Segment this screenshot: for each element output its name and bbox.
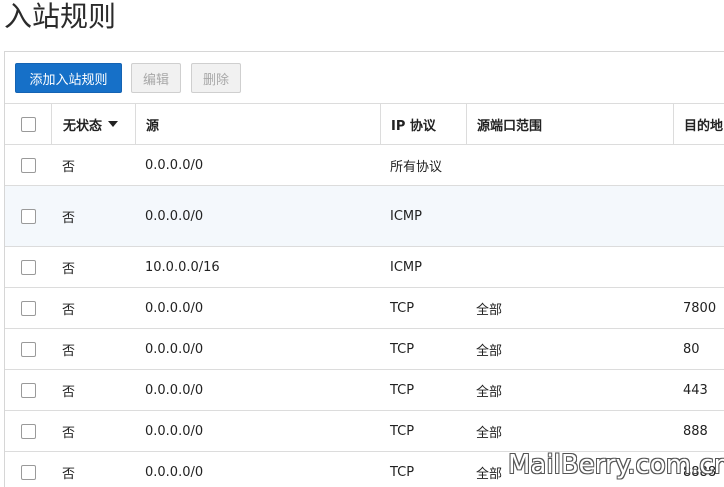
destination-cell: 443: [683, 382, 708, 398]
row-checkbox[interactable]: [20, 259, 36, 275]
protocol-cell: TCP: [390, 423, 415, 439]
header-checkbox-cell: [5, 104, 51, 144]
table-row[interactable]: 否 10.0.0.0/16 ICMP: [5, 246, 724, 287]
column-header-stateless[interactable]: 无状态: [51, 104, 135, 144]
source-cell: 0.0.0.0/0: [145, 464, 204, 480]
edit-button[interactable]: 编辑: [131, 63, 181, 93]
source-cell: 0.0.0.0/0: [145, 341, 204, 357]
stateless-cell: 否: [62, 425, 76, 441]
delete-button[interactable]: 删除: [191, 63, 241, 93]
row-checkbox[interactable]: [20, 423, 36, 439]
source-port-range-cell: 全部: [476, 384, 503, 400]
stateless-cell: 否: [62, 384, 76, 400]
source-port-range-cell: 全部: [476, 425, 503, 441]
column-header-stateless-label: 无状态: [63, 118, 103, 134]
column-header-ip-protocol: IP 协议: [380, 104, 466, 144]
row-checkbox[interactable]: [20, 157, 36, 173]
source-port-range-cell: 全部: [476, 343, 503, 359]
column-header-source-port-range: 源端口范围: [466, 104, 673, 144]
protocol-cell: ICMP: [390, 208, 422, 224]
column-header-destination: 目的地: [673, 104, 724, 144]
destination-cell: 7800: [683, 300, 717, 316]
destination-cell: 888: [683, 423, 708, 439]
column-header-source: 源: [135, 104, 380, 144]
source-cell: 10.0.0.0/16: [145, 259, 220, 275]
destination-cell: [673, 247, 724, 287]
table-row[interactable]: 否 0.0.0.0/0 所有协议: [5, 144, 724, 185]
table-header-row: 无状态 源 IP 协议 源端口范围 目的地: [5, 103, 724, 144]
row-checkbox[interactable]: [20, 382, 36, 398]
row-checkbox[interactable]: [20, 300, 36, 316]
destination-cell: 80: [683, 341, 700, 357]
table-row[interactable]: 否 0.0.0.0/0 TCP 全部 443: [5, 369, 724, 410]
add-ingress-rule-button[interactable]: 添加入站规则: [15, 63, 122, 93]
protocol-cell: TCP: [390, 341, 415, 357]
page-title: 入站规则: [4, 0, 117, 33]
source-cell: 0.0.0.0/0: [145, 382, 204, 398]
row-checkbox[interactable]: [20, 464, 36, 480]
table-row[interactable]: 否 0.0.0.0/0 TCP 全部 888: [5, 410, 724, 451]
row-checkbox[interactable]: [20, 341, 36, 357]
destination-cell: [673, 145, 724, 185]
destination-cell: [673, 186, 724, 246]
stateless-cell: 否: [62, 343, 76, 359]
table-row[interactable]: 否 0.0.0.0/0 ICMP: [5, 185, 724, 246]
protocol-cell: ICMP: [390, 259, 422, 275]
source-cell: 0.0.0.0/0: [145, 300, 204, 316]
source-port-range-cell: [466, 145, 673, 185]
protocol-cell: TCP: [390, 300, 415, 316]
stateless-cell: 否: [62, 302, 76, 318]
sort-desc-icon[interactable]: [108, 121, 119, 127]
source-cell: 0.0.0.0/0: [145, 208, 204, 224]
source-port-range-cell: 全部: [476, 302, 503, 318]
table-row[interactable]: 否 0.0.0.0/0 TCP 全部 80: [5, 328, 724, 369]
stateless-cell: 否: [62, 466, 76, 482]
select-all-checkbox[interactable]: [20, 116, 36, 132]
watermark-text: MailBerry.com.cn: [508, 450, 724, 480]
stateless-cell: 否: [62, 159, 76, 175]
table-row[interactable]: 否 0.0.0.0/0 TCP 全部 7800: [5, 287, 724, 328]
source-cell: 0.0.0.0/0: [145, 423, 204, 439]
stateless-cell: 否: [62, 261, 76, 277]
source-port-range-cell: [466, 247, 673, 287]
source-port-range-cell: [466, 186, 673, 246]
protocol-cell: TCP: [390, 382, 415, 398]
stateless-cell: 否: [62, 210, 76, 226]
source-cell: 0.0.0.0/0: [145, 157, 204, 173]
rules-panel: 添加入站规则 编辑 删除 无状态 源 IP 协议 源端口范围 目的地 否 0.0…: [4, 51, 724, 487]
protocol-cell: 所有协议: [390, 159, 443, 175]
protocol-cell: TCP: [390, 464, 415, 480]
ingress-rules-table: 无状态 源 IP 协议 源端口范围 目的地 否 0.0.0.0/0 所有协议 否…: [5, 103, 724, 487]
row-checkbox[interactable]: [20, 208, 36, 224]
